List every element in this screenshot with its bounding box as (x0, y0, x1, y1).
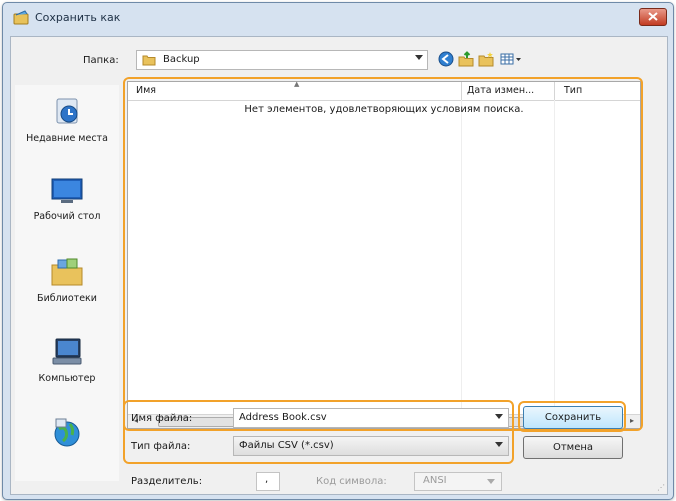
close-icon (648, 12, 658, 21)
place-computer[interactable]: Компьютер (15, 337, 119, 385)
separator-value: , (265, 474, 269, 485)
file-list-highlight (123, 77, 643, 431)
chevron-down-icon (487, 479, 495, 484)
place-desktop[interactable]: Рабочий стол (15, 177, 119, 223)
back-icon[interactable] (438, 51, 454, 67)
close-button[interactable] (639, 8, 667, 26)
place-recent[interactable]: Недавние места (15, 97, 119, 145)
folder-select[interactable]: Backup (136, 50, 428, 70)
recent-places-icon (56, 98, 78, 124)
places-bar: Недавние места Рабочий стол Библиотеки К… (15, 85, 119, 481)
desktop-icon (51, 178, 83, 203)
window-title: Сохранить как (35, 11, 121, 24)
libraries-icon (51, 258, 83, 286)
encoding-value: ANSI (423, 475, 447, 486)
save-as-dialog: Сохранить как Папка: Backup Недавние мес… (2, 2, 674, 500)
place-label: Недавние места (26, 133, 108, 144)
encoding-select: ANSI (414, 472, 502, 491)
folder-value: Backup (163, 54, 200, 65)
up-folder-icon[interactable] (458, 51, 474, 67)
new-folder-icon[interactable] (478, 51, 494, 67)
place-label: Компьютер (38, 373, 96, 384)
file-fields-highlight (123, 400, 514, 464)
cancel-button[interactable]: Отмена (523, 436, 623, 459)
encoding-label: Код символа: (316, 476, 387, 487)
view-menu-icon[interactable] (500, 51, 522, 67)
folder-icon (142, 55, 156, 66)
computer-icon (52, 338, 82, 365)
place-label: Библиотеки (37, 293, 97, 304)
title-bar[interactable]: Сохранить как (3, 3, 673, 33)
resize-grip-icon[interactable]: ⋰ (657, 483, 665, 492)
separator-input[interactable]: , (256, 472, 280, 491)
separator-label: Разделитель: (131, 476, 203, 487)
network-icon (54, 418, 80, 447)
dialog-icon (13, 10, 29, 25)
save-button-highlight (518, 401, 626, 432)
dialog-body: Папка: Backup Недавние места Рабочий сто… (10, 36, 668, 495)
place-label: Рабочий стол (33, 211, 101, 222)
folder-label: Папка: (83, 55, 119, 66)
place-network[interactable] (15, 417, 119, 455)
chevron-down-icon (415, 55, 423, 60)
place-libraries[interactable]: Библиотеки (15, 257, 119, 305)
